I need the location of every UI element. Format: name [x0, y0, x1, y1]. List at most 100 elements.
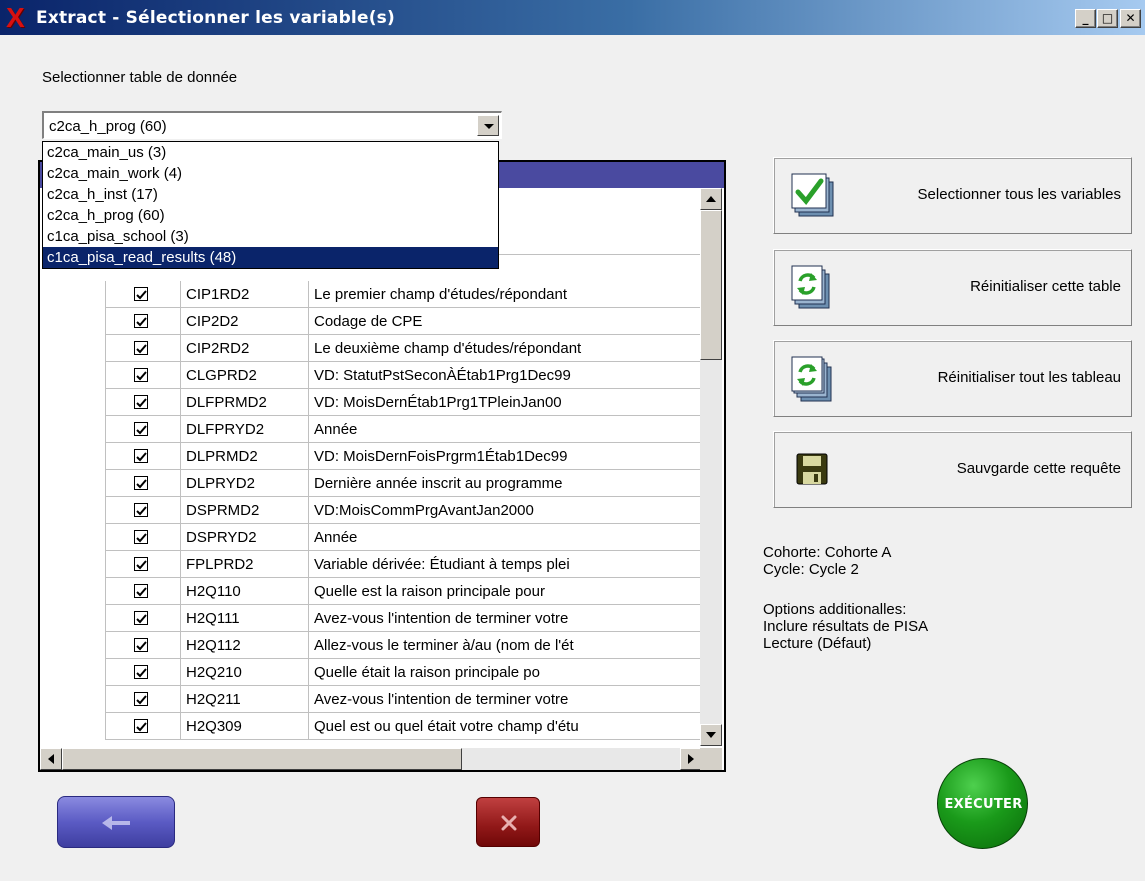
row-checkbox-cell[interactable] — [106, 362, 181, 389]
scroll-left-button[interactable] — [40, 748, 62, 770]
table-row[interactable]: CIP2D2 Codage de CPE — [40, 308, 700, 335]
row-selector[interactable] — [40, 605, 106, 632]
row-checkbox-cell[interactable] — [106, 497, 181, 524]
row-checkbox-cell[interactable] — [106, 470, 181, 497]
row-checkbox-cell[interactable] — [106, 713, 181, 740]
select-all-button[interactable]: Selectionner tous les variables — [773, 157, 1132, 234]
row-selector[interactable] — [40, 470, 106, 497]
row-selector[interactable] — [40, 686, 106, 713]
checkbox[interactable] — [134, 665, 148, 679]
checkbox[interactable] — [134, 638, 148, 652]
checkbox[interactable] — [134, 314, 148, 328]
checkbox[interactable] — [134, 692, 148, 706]
checkbox[interactable] — [134, 611, 148, 625]
table-row[interactable]: DLFPRMD2 VD: MoisDernÉtab1Prg1TPleinJan00 — [40, 389, 700, 416]
checkbox[interactable] — [134, 395, 148, 409]
table-row[interactable]: CIP1RD2 Le premier champ d'études/réponda… — [40, 281, 700, 308]
row-selector[interactable] — [40, 551, 106, 578]
checkbox[interactable] — [134, 368, 148, 382]
row-checkbox-cell[interactable] — [106, 335, 181, 362]
scroll-right-button[interactable] — [680, 748, 702, 770]
row-checkbox-cell[interactable] — [106, 524, 181, 551]
checkbox[interactable] — [134, 341, 148, 355]
checkbox[interactable] — [134, 557, 148, 571]
maximize-button[interactable]: □ — [1097, 9, 1118, 28]
table-row[interactable]: DSPRMD2 VD:MoisCommPrgAvantJan2000 — [40, 497, 700, 524]
row-checkbox-cell[interactable] — [106, 578, 181, 605]
hscroll-thumb[interactable] — [62, 748, 462, 770]
horizontal-scrollbar[interactable] — [40, 748, 702, 770]
execute-button[interactable]: EXÉCUTER — [937, 758, 1028, 849]
table-row[interactable]: H2Q111 Avez-vous l'intention de terminer … — [40, 605, 700, 632]
dropdown-option[interactable]: c2ca_h_inst (17) — [43, 184, 498, 205]
checkmark-icon — [136, 425, 147, 435]
checkbox[interactable] — [134, 719, 148, 733]
checkbox[interactable] — [134, 503, 148, 517]
checkbox[interactable] — [134, 584, 148, 598]
table-row[interactable]: CIP2RD2 Le deuxième champ d'études/répond… — [40, 335, 700, 362]
row-checkbox-cell[interactable] — [106, 389, 181, 416]
table-row[interactable]: CLGPRD2 VD: StatutPstSeconÀÉtab1Prg1Dec99 — [40, 362, 700, 389]
execute-label: EXÉCUTER — [944, 797, 1023, 812]
row-checkbox-cell[interactable] — [106, 308, 181, 335]
table-row[interactable]: H2Q210 Quelle était la raison principale … — [40, 659, 700, 686]
table-row[interactable]: H2Q309 Quel est ou quel était votre champ… — [40, 713, 700, 740]
table-row[interactable]: DLPRMD2 VD: MoisDernFoisPrgrm1Étab1Dec99 — [40, 443, 700, 470]
row-selector[interactable] — [40, 416, 106, 443]
table-row[interactable]: DSPRYD2 Année — [40, 524, 700, 551]
dropdown-option[interactable]: c2ca_main_us (3) — [43, 142, 498, 163]
scroll-up-button[interactable] — [700, 188, 722, 210]
checkbox[interactable] — [134, 422, 148, 436]
checkbox[interactable] — [134, 287, 148, 301]
row-checkbox-cell[interactable] — [106, 281, 181, 308]
table-select-dropdown[interactable]: c2ca_main_us (3) c2ca_main_work (4) c2ca… — [42, 141, 499, 269]
dropdown-option[interactable]: c2ca_h_prog (60) — [43, 205, 498, 226]
close-button[interactable]: ✕ — [1120, 9, 1141, 28]
row-selector[interactable] — [40, 389, 106, 416]
row-selector[interactable] — [40, 632, 106, 659]
chevron-down-icon[interactable] — [477, 115, 499, 136]
scroll-thumb[interactable] — [700, 210, 722, 360]
checkbox[interactable] — [134, 530, 148, 544]
row-selector[interactable] — [40, 524, 106, 551]
save-query-button[interactable]: Sauvgarde cette requête — [773, 431, 1132, 508]
reset-table-button[interactable]: Réinitialiser cette table — [773, 249, 1132, 326]
table-row[interactable]: H2Q110 Quelle est la raison principale po… — [40, 578, 700, 605]
row-selector[interactable] — [40, 308, 106, 335]
table-row[interactable]: H2Q112 Allez-vous le terminer à/au (nom d… — [40, 632, 700, 659]
minimize-button[interactable]: _ — [1075, 9, 1096, 28]
table-select-combo[interactable]: c2ca_h_prog (60) — [42, 111, 502, 139]
row-checkbox-cell[interactable] — [106, 632, 181, 659]
row-description: Variable dérivée: Étudiant à temps plei — [314, 556, 570, 573]
table-row[interactable]: DLPRYD2 Dernière année inscrit au program… — [40, 470, 700, 497]
row-checkbox-cell[interactable] — [106, 443, 181, 470]
dropdown-option-highlighted[interactable]: c1ca_pisa_read_results (48) — [43, 247, 498, 268]
row-selector[interactable] — [40, 362, 106, 389]
row-selector[interactable] — [40, 281, 106, 308]
row-checkbox-cell[interactable] — [106, 416, 181, 443]
row-checkbox-cell[interactable] — [106, 551, 181, 578]
row-selector[interactable] — [40, 497, 106, 524]
reset-all-button[interactable]: Réinitialiser tout les tableau — [773, 340, 1132, 417]
row-selector[interactable] — [40, 443, 106, 470]
row-checkbox-cell[interactable] — [106, 686, 181, 713]
checkbox[interactable] — [134, 476, 148, 490]
row-variable-name: FPLPRD2 — [181, 551, 309, 578]
table-row[interactable]: H2Q211 Avez-vous l'intention de terminer … — [40, 686, 700, 713]
vertical-scrollbar[interactable] — [700, 188, 722, 746]
cancel-button[interactable] — [476, 797, 540, 847]
checkbox[interactable] — [134, 449, 148, 463]
row-selector[interactable] — [40, 335, 106, 362]
floppy-disk-icon — [791, 446, 837, 494]
dropdown-option[interactable]: c2ca_main_work (4) — [43, 163, 498, 184]
row-selector[interactable] — [40, 659, 106, 686]
back-button[interactable] — [57, 796, 175, 848]
row-checkbox-cell[interactable] — [106, 605, 181, 632]
dropdown-option[interactable]: c1ca_pisa_school (3) — [43, 226, 498, 247]
row-selector[interactable] — [40, 578, 106, 605]
table-row[interactable]: FPLPRD2 Variable dérivée: Étudiant à temp… — [40, 551, 700, 578]
table-row[interactable]: DLFPRYD2 Année — [40, 416, 700, 443]
row-selector[interactable] — [40, 713, 106, 740]
scroll-down-button[interactable] — [700, 724, 722, 746]
row-checkbox-cell[interactable] — [106, 659, 181, 686]
